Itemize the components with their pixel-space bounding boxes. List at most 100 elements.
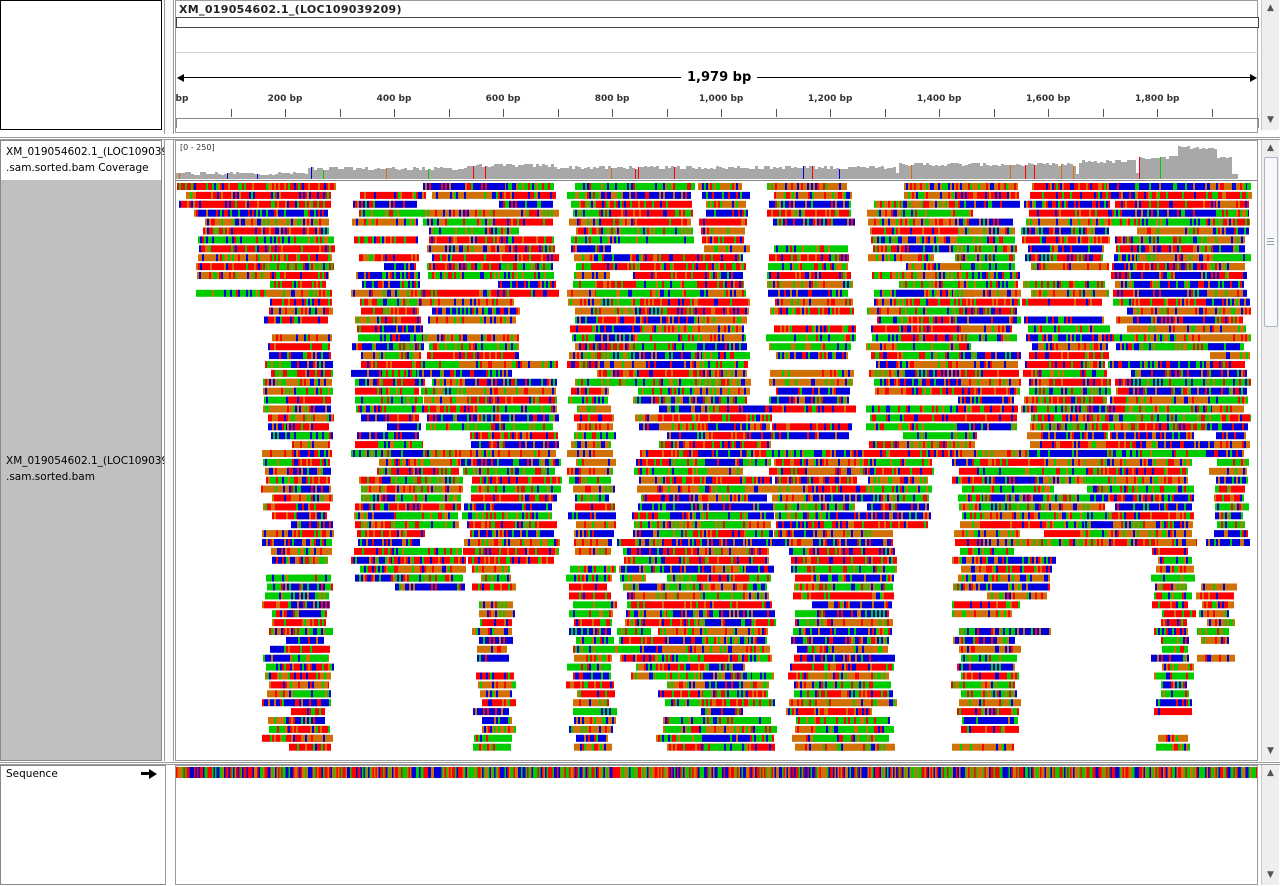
chromosome-ideogram[interactable] [176, 17, 1259, 28]
coverage-bar [941, 165, 944, 179]
sequence-base [809, 767, 811, 778]
sequence-base [849, 767, 852, 778]
coverage-bar [239, 173, 242, 179]
sequence-base [284, 767, 286, 778]
ruler-panel[interactable]: XM_019054602.1_(LOC109039209) 1,979 bp b… [175, 0, 1271, 133]
sequence-base [1076, 767, 1078, 778]
aligned-read [871, 512, 931, 520]
data-scrollbar[interactable]: ▲ ▼ [1261, 140, 1279, 761]
sequence-base [1088, 767, 1090, 778]
sequence-base [1047, 767, 1050, 778]
sequence-base [357, 767, 360, 778]
aligned-read [1210, 396, 1248, 404]
data-panel-divider[interactable] [164, 140, 174, 761]
sequence-base [1046, 767, 1048, 778]
sequence-base [1236, 767, 1239, 778]
sequence-base [480, 767, 483, 778]
aligned-read [293, 405, 331, 413]
scroll-up-arrow-icon[interactable]: ▲ [1263, 766, 1278, 781]
aligned-read [953, 636, 1015, 644]
aligned-read [471, 441, 559, 449]
aligned-read [698, 183, 742, 190]
coverage-bar [548, 167, 551, 179]
sequence-base [1032, 767, 1035, 778]
coverage-bar [1181, 147, 1184, 179]
sequence-base [533, 767, 535, 778]
aligned-read [1162, 494, 1194, 502]
scroll-thumb[interactable] [1264, 157, 1278, 327]
sequence-base [959, 767, 961, 778]
aligned-read [423, 183, 519, 190]
aligned-read [464, 361, 558, 368]
sequence-base [447, 767, 450, 778]
aligned-read [377, 378, 415, 386]
sequence-base [896, 767, 898, 778]
aligned-read [952, 280, 1018, 288]
header-panel-divider[interactable] [164, 0, 174, 134]
aligned-read [775, 476, 857, 484]
scroll-down-arrow-icon[interactable]: ▼ [1263, 113, 1278, 128]
sequence-base [326, 767, 328, 778]
coverage-bar [371, 170, 374, 179]
data-area[interactable]: [0 - 250] [175, 140, 1258, 761]
coverage-bar [266, 175, 269, 179]
coverage-bar [617, 167, 620, 179]
sequence-base [588, 767, 591, 778]
aligned-read [574, 272, 610, 279]
aligned-read [571, 441, 611, 449]
coverage-bar [332, 167, 335, 179]
coverage-bar [539, 166, 542, 179]
aligned-read [1217, 521, 1245, 529]
aligned-read [501, 263, 553, 271]
sequence-base [1208, 767, 1210, 778]
aligned-read [574, 539, 612, 546]
coverage-bar [446, 168, 449, 179]
right-arrow-icon[interactable] [141, 769, 157, 779]
coverage-bar [233, 174, 236, 179]
aligned-read [1023, 280, 1105, 288]
header-scrollbar[interactable]: ▲ ▼ [1261, 0, 1279, 130]
coverage-separator [176, 180, 1257, 181]
scroll-up-arrow-icon[interactable]: ▲ [1263, 141, 1278, 156]
sequence-track[interactable] [176, 767, 1257, 779]
coverage-track-name[interactable]: XM_019054602.1_(LOC1090392 .sam.sorted.b… [1, 141, 175, 179]
aligned-read [471, 494, 557, 502]
sequence-base [680, 767, 682, 778]
sequence-base [672, 767, 675, 778]
coverage-bar [806, 168, 809, 179]
coverage-bar [788, 166, 791, 179]
sequence-base [1182, 767, 1185, 778]
sequence-base [1008, 767, 1011, 778]
scroll-up-arrow-icon[interactable]: ▲ [1263, 1, 1278, 16]
aligned-read [899, 307, 969, 315]
sequence-data-area[interactable] [175, 765, 1258, 885]
scroll-down-arrow-icon[interactable]: ▼ [1263, 744, 1278, 759]
alignment-track[interactable] [176, 183, 1257, 761]
scroll-down-arrow-icon[interactable]: ▼ [1263, 868, 1278, 883]
coverage-bar [614, 168, 617, 179]
coverage-bar [1079, 163, 1082, 179]
aligned-read [877, 494, 929, 502]
aligned-read [566, 681, 614, 689]
sequence-base [185, 767, 187, 778]
sequence-base [1028, 767, 1030, 778]
sequence-name-panel[interactable]: Sequence [0, 765, 166, 885]
coverage-bar [263, 175, 266, 179]
coverage-bar [995, 165, 998, 179]
sequence-scrollbar[interactable]: ▲ ▼ [1261, 765, 1279, 885]
aligned-read [706, 423, 748, 431]
sequence-base [1038, 767, 1041, 778]
sequence-base [396, 767, 399, 778]
aligned-read [1207, 236, 1243, 244]
coverage-bar [761, 169, 764, 179]
aligned-read [807, 690, 893, 698]
aligned-read [287, 423, 329, 431]
aligned-read [463, 414, 559, 422]
alignment-track-name[interactable]: XM_019054602.1_(LOC1090392 .sam.sorted.b… [1, 180, 175, 760]
sequence-base [993, 767, 996, 778]
coverage-track[interactable] [176, 141, 1257, 181]
sequence-base [416, 767, 418, 778]
sequence-base [683, 767, 685, 778]
sequence-base [285, 767, 288, 778]
sequence-base [660, 767, 663, 778]
